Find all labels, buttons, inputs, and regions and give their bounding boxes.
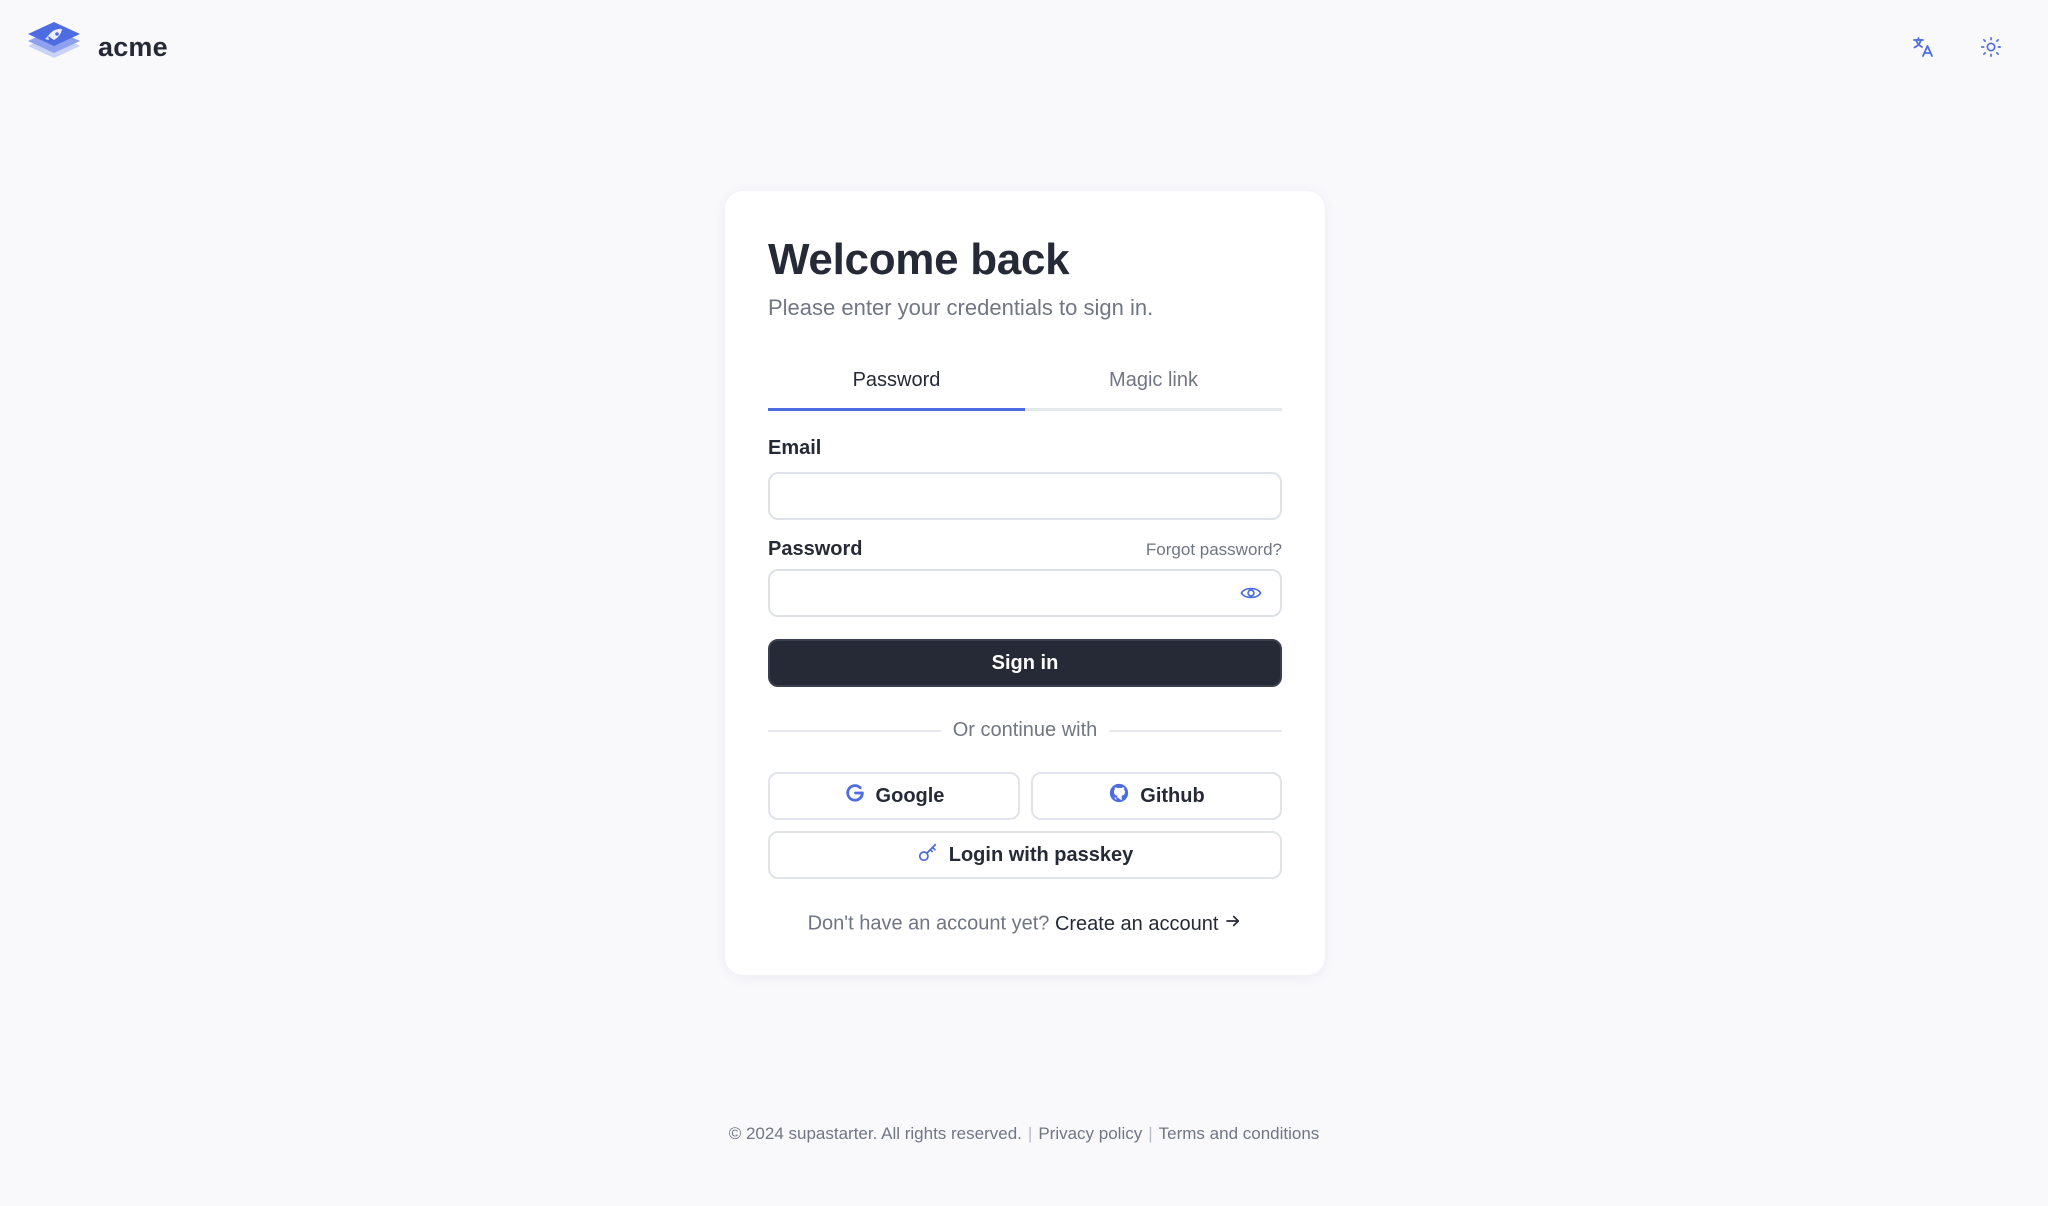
- email-label: Email: [768, 437, 822, 459]
- brand-name: acme: [98, 31, 168, 62]
- google-icon: [844, 782, 866, 810]
- oauth-buttons: Google Github: [768, 772, 1282, 820]
- key-icon: [917, 841, 939, 869]
- passkey-button[interactable]: Login with passkey: [768, 831, 1282, 879]
- forgot-password-link[interactable]: Forgot password?: [1146, 540, 1282, 560]
- page-subtitle: Please enter your credentials to sign in…: [768, 295, 1154, 320]
- password-field[interactable]: [768, 569, 1282, 617]
- create-account-label: Create an account: [1054, 912, 1219, 935]
- privacy-policy-link[interactable]: Privacy policy: [1038, 1124, 1142, 1143]
- continue-divider: Or continue with: [768, 719, 1283, 742]
- layers-logo-icon: [26, 20, 82, 75]
- no-account-text: Don't have an account yet?: [807, 912, 1050, 935]
- brand[interactable]: acme: [26, 20, 168, 75]
- email-field[interactable]: [768, 472, 1282, 520]
- google-button[interactable]: Google: [768, 772, 1020, 820]
- top-bar: acme: [0, 0, 2048, 94]
- page-title: Welcome back: [768, 235, 1070, 284]
- eye-icon[interactable]: [1240, 583, 1262, 603]
- password-label: Password: [768, 538, 863, 560]
- sign-in-button[interactable]: Sign in: [768, 639, 1282, 687]
- github-button[interactable]: Github: [1031, 772, 1282, 820]
- arrow-right-icon: [1224, 912, 1242, 936]
- tab-magic-link[interactable]: Magic link: [1025, 361, 1282, 408]
- signin-tabs: Password Magic link: [768, 361, 1282, 411]
- divider-line-left: [768, 729, 941, 732]
- google-label: Google: [875, 784, 945, 807]
- copyright-text: © 2024 supastarter. All rights reserved.: [728, 1124, 1022, 1143]
- terms-link[interactable]: Terms and conditions: [1159, 1124, 1320, 1143]
- create-account-link[interactable]: Create an account: [1055, 912, 1242, 936]
- github-icon: [1108, 782, 1130, 810]
- signup-prompt: Don't have an account yet? Create an acc…: [768, 912, 1282, 936]
- password-field-wrapper: [768, 569, 1282, 617]
- passkey-label: Login with passkey: [948, 843, 1134, 866]
- translate-icon[interactable]: [1906, 30, 1940, 64]
- top-actions: [1906, 30, 2008, 64]
- github-label: Github: [1140, 784, 1205, 807]
- divider-line-right: [1109, 729, 1283, 732]
- signin-card: Welcome back Please enter your credentia…: [725, 191, 1325, 975]
- sun-icon[interactable]: [1974, 30, 2008, 64]
- divider-label: Or continue with: [952, 719, 1098, 741]
- footer: © 2024 supastarter. All rights reserved.…: [728, 1124, 1320, 1143]
- tab-password[interactable]: Password: [768, 361, 1025, 408]
